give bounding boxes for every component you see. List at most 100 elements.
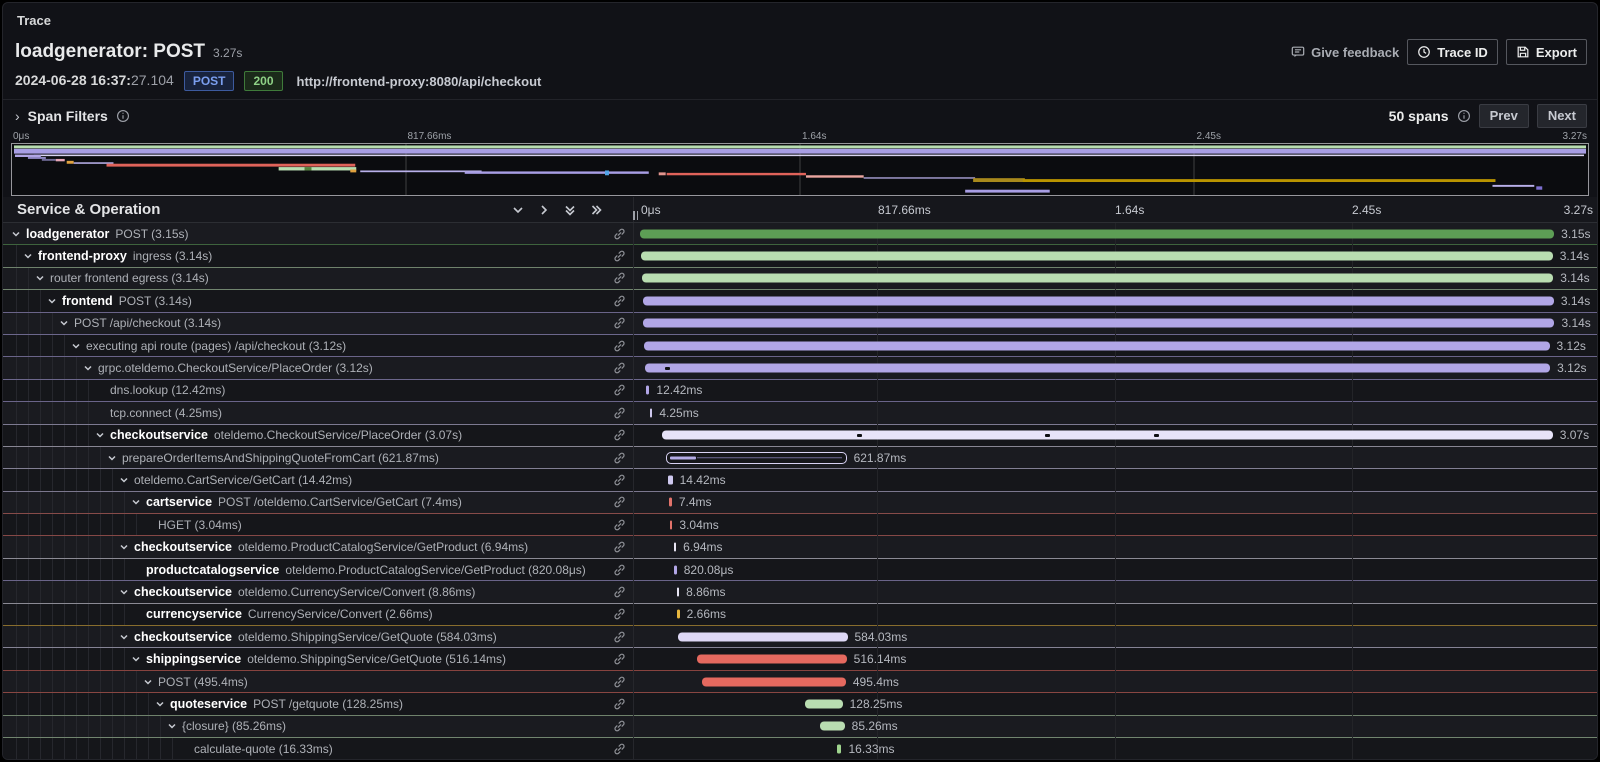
span-link-icon[interactable] — [613, 541, 626, 554]
span-row[interactable]: cartservicePOST /oteldemo.CartService/Ge… — [3, 492, 1597, 514]
span-link-icon[interactable] — [613, 585, 626, 598]
span-link-icon[interactable] — [613, 473, 626, 486]
span-bar[interactable] — [820, 722, 845, 731]
pane-divider[interactable] — [633, 223, 634, 760]
span-row[interactable]: tcp.connect (4.25ms)4.25ms — [3, 402, 1597, 424]
span-bar[interactable] — [646, 386, 650, 395]
collapse-chevron-icon[interactable] — [11, 229, 21, 239]
span-row[interactable]: checkoutserviceoteldemo.ShippingService/… — [3, 626, 1597, 648]
span-bar[interactable] — [677, 610, 680, 619]
span-bar[interactable] — [677, 587, 680, 596]
span-link-icon[interactable] — [613, 451, 626, 464]
span-link-icon[interactable] — [613, 227, 626, 240]
collapse-chevron-icon[interactable] — [119, 632, 129, 642]
span-link-icon[interactable] — [613, 608, 626, 621]
collapse-chevron-icon[interactable] — [143, 677, 153, 687]
collapse-chevron-icon[interactable] — [83, 363, 93, 373]
trace-minimap[interactable]: 0μs817.66ms1.64s2.45s3.27s — [11, 131, 1589, 197]
span-row[interactable]: loadgeneratorPOST (3.15s)3.15s — [3, 223, 1597, 245]
prev-button[interactable]: Prev — [1479, 104, 1529, 128]
span-row[interactable]: POST (495.4ms)495.4ms — [3, 671, 1597, 693]
collapse-chevron-icon[interactable] — [155, 699, 165, 709]
span-link-icon[interactable] — [613, 429, 626, 442]
span-bar[interactable] — [674, 565, 677, 574]
trace-id-button[interactable]: Trace ID — [1407, 39, 1498, 65]
minimap-viewport[interactable] — [11, 143, 1589, 196]
span-bar[interactable] — [669, 498, 672, 507]
span-link-icon[interactable] — [613, 496, 626, 509]
span-link-icon[interactable] — [613, 317, 626, 330]
span-bar[interactable] — [837, 744, 842, 753]
span-row[interactable]: {closure} (85.26ms)85.26ms — [3, 716, 1597, 738]
span-row[interactable]: checkoutserviceoteldemo.CurrencyService/… — [3, 581, 1597, 603]
collapse-chevron-icon[interactable] — [119, 542, 129, 552]
collapse-chevron-icon[interactable] — [23, 251, 33, 261]
span-row[interactable]: prepareOrderItemsAndShippingQuoteFromCar… — [3, 447, 1597, 469]
span-row[interactable]: POST /api/checkout (3.14s)3.14s — [3, 313, 1597, 335]
span-link-icon[interactable] — [613, 742, 626, 755]
span-link-icon[interactable] — [613, 518, 626, 531]
span-bar[interactable] — [666, 452, 846, 464]
span-bar[interactable] — [674, 543, 677, 552]
span-link-icon[interactable] — [613, 406, 626, 419]
span-row[interactable]: grpc.oteldemo.CheckoutService/PlaceOrder… — [3, 357, 1597, 379]
span-bar[interactable] — [702, 677, 846, 686]
collapse-chevron-icon[interactable] — [71, 341, 81, 351]
collapse-chevron-icon[interactable] — [107, 453, 117, 463]
span-row[interactable]: shippingserviceoteldemo.ShippingService/… — [3, 648, 1597, 670]
span-bar[interactable] — [645, 364, 1550, 373]
span-link-icon[interactable] — [613, 675, 626, 688]
span-bar[interactable] — [650, 408, 653, 417]
collapse-chevron-icon[interactable] — [95, 430, 105, 440]
next-button[interactable]: Next — [1537, 104, 1587, 128]
span-bar[interactable] — [668, 475, 672, 484]
span-link-icon[interactable] — [613, 272, 626, 285]
span-row[interactable]: router frontend egress (3.14s)3.14s — [3, 268, 1597, 290]
span-row[interactable]: frontendPOST (3.14s)3.14s — [3, 290, 1597, 312]
span-bar[interactable] — [697, 655, 847, 664]
span-bar[interactable] — [805, 699, 842, 708]
collapse-chevron-icon[interactable] — [47, 296, 57, 306]
collapse-one-icon[interactable] — [511, 203, 525, 217]
collapse-chevron-icon[interactable] — [59, 318, 69, 328]
collapse-chevron-icon[interactable] — [131, 654, 141, 664]
span-row[interactable]: frontend-proxyingress (3.14s)3.14s — [3, 245, 1597, 267]
span-link-icon[interactable] — [613, 720, 626, 733]
span-row[interactable]: productcatalogserviceoteldemo.ProductCat… — [3, 559, 1597, 581]
span-bar[interactable] — [643, 296, 1554, 305]
span-bar[interactable] — [640, 229, 1554, 238]
info-icon[interactable] — [116, 109, 130, 123]
span-row[interactable]: HGET (3.04ms)3.04ms — [3, 514, 1597, 536]
span-filters-toggle[interactable]: › Span Filters — [15, 108, 130, 124]
expand-one-icon[interactable] — [537, 203, 551, 217]
collapse-chevron-icon[interactable] — [167, 721, 177, 731]
span-bar[interactable] — [643, 319, 1554, 328]
info-icon[interactable] — [1457, 109, 1471, 123]
span-link-icon[interactable] — [613, 362, 626, 375]
span-link-icon[interactable] — [613, 653, 626, 666]
span-bar[interactable] — [678, 632, 847, 641]
span-link-icon[interactable] — [613, 384, 626, 397]
span-row[interactable]: dns.lookup (12.42ms)12.42ms — [3, 380, 1597, 402]
expand-all-icon[interactable] — [589, 203, 603, 217]
span-row[interactable]: calculate-quote (16.33ms)16.33ms — [3, 738, 1597, 760]
collapse-chevron-icon[interactable] — [131, 497, 141, 507]
collapse-chevron-icon[interactable] — [119, 475, 129, 485]
collapse-chevron-icon[interactable] — [35, 273, 45, 283]
collapse-chevron-icon[interactable] — [119, 587, 129, 597]
export-button[interactable]: Export — [1506, 39, 1587, 65]
pane-resizer-handle[interactable] — [633, 211, 638, 220]
span-row[interactable]: checkoutserviceoteldemo.CheckoutService/… — [3, 425, 1597, 447]
span-bar[interactable] — [642, 274, 1553, 283]
span-row[interactable]: executing api route (pages) /api/checkou… — [3, 335, 1597, 357]
span-row[interactable]: checkoutserviceoteldemo.ProductCatalogSe… — [3, 536, 1597, 558]
span-row[interactable]: quoteservicePOST /getquote (128.25ms)128… — [3, 693, 1597, 715]
span-link-icon[interactable] — [613, 697, 626, 710]
collapse-all-icon[interactable] — [563, 203, 577, 217]
span-bar[interactable] — [641, 252, 1552, 261]
span-row[interactable]: currencyserviceCurrencyService/Convert (… — [3, 604, 1597, 626]
span-link-icon[interactable] — [613, 294, 626, 307]
span-bar[interactable] — [662, 431, 1553, 440]
give-feedback-link[interactable]: Give feedback — [1291, 45, 1399, 60]
span-link-icon[interactable] — [613, 339, 626, 352]
